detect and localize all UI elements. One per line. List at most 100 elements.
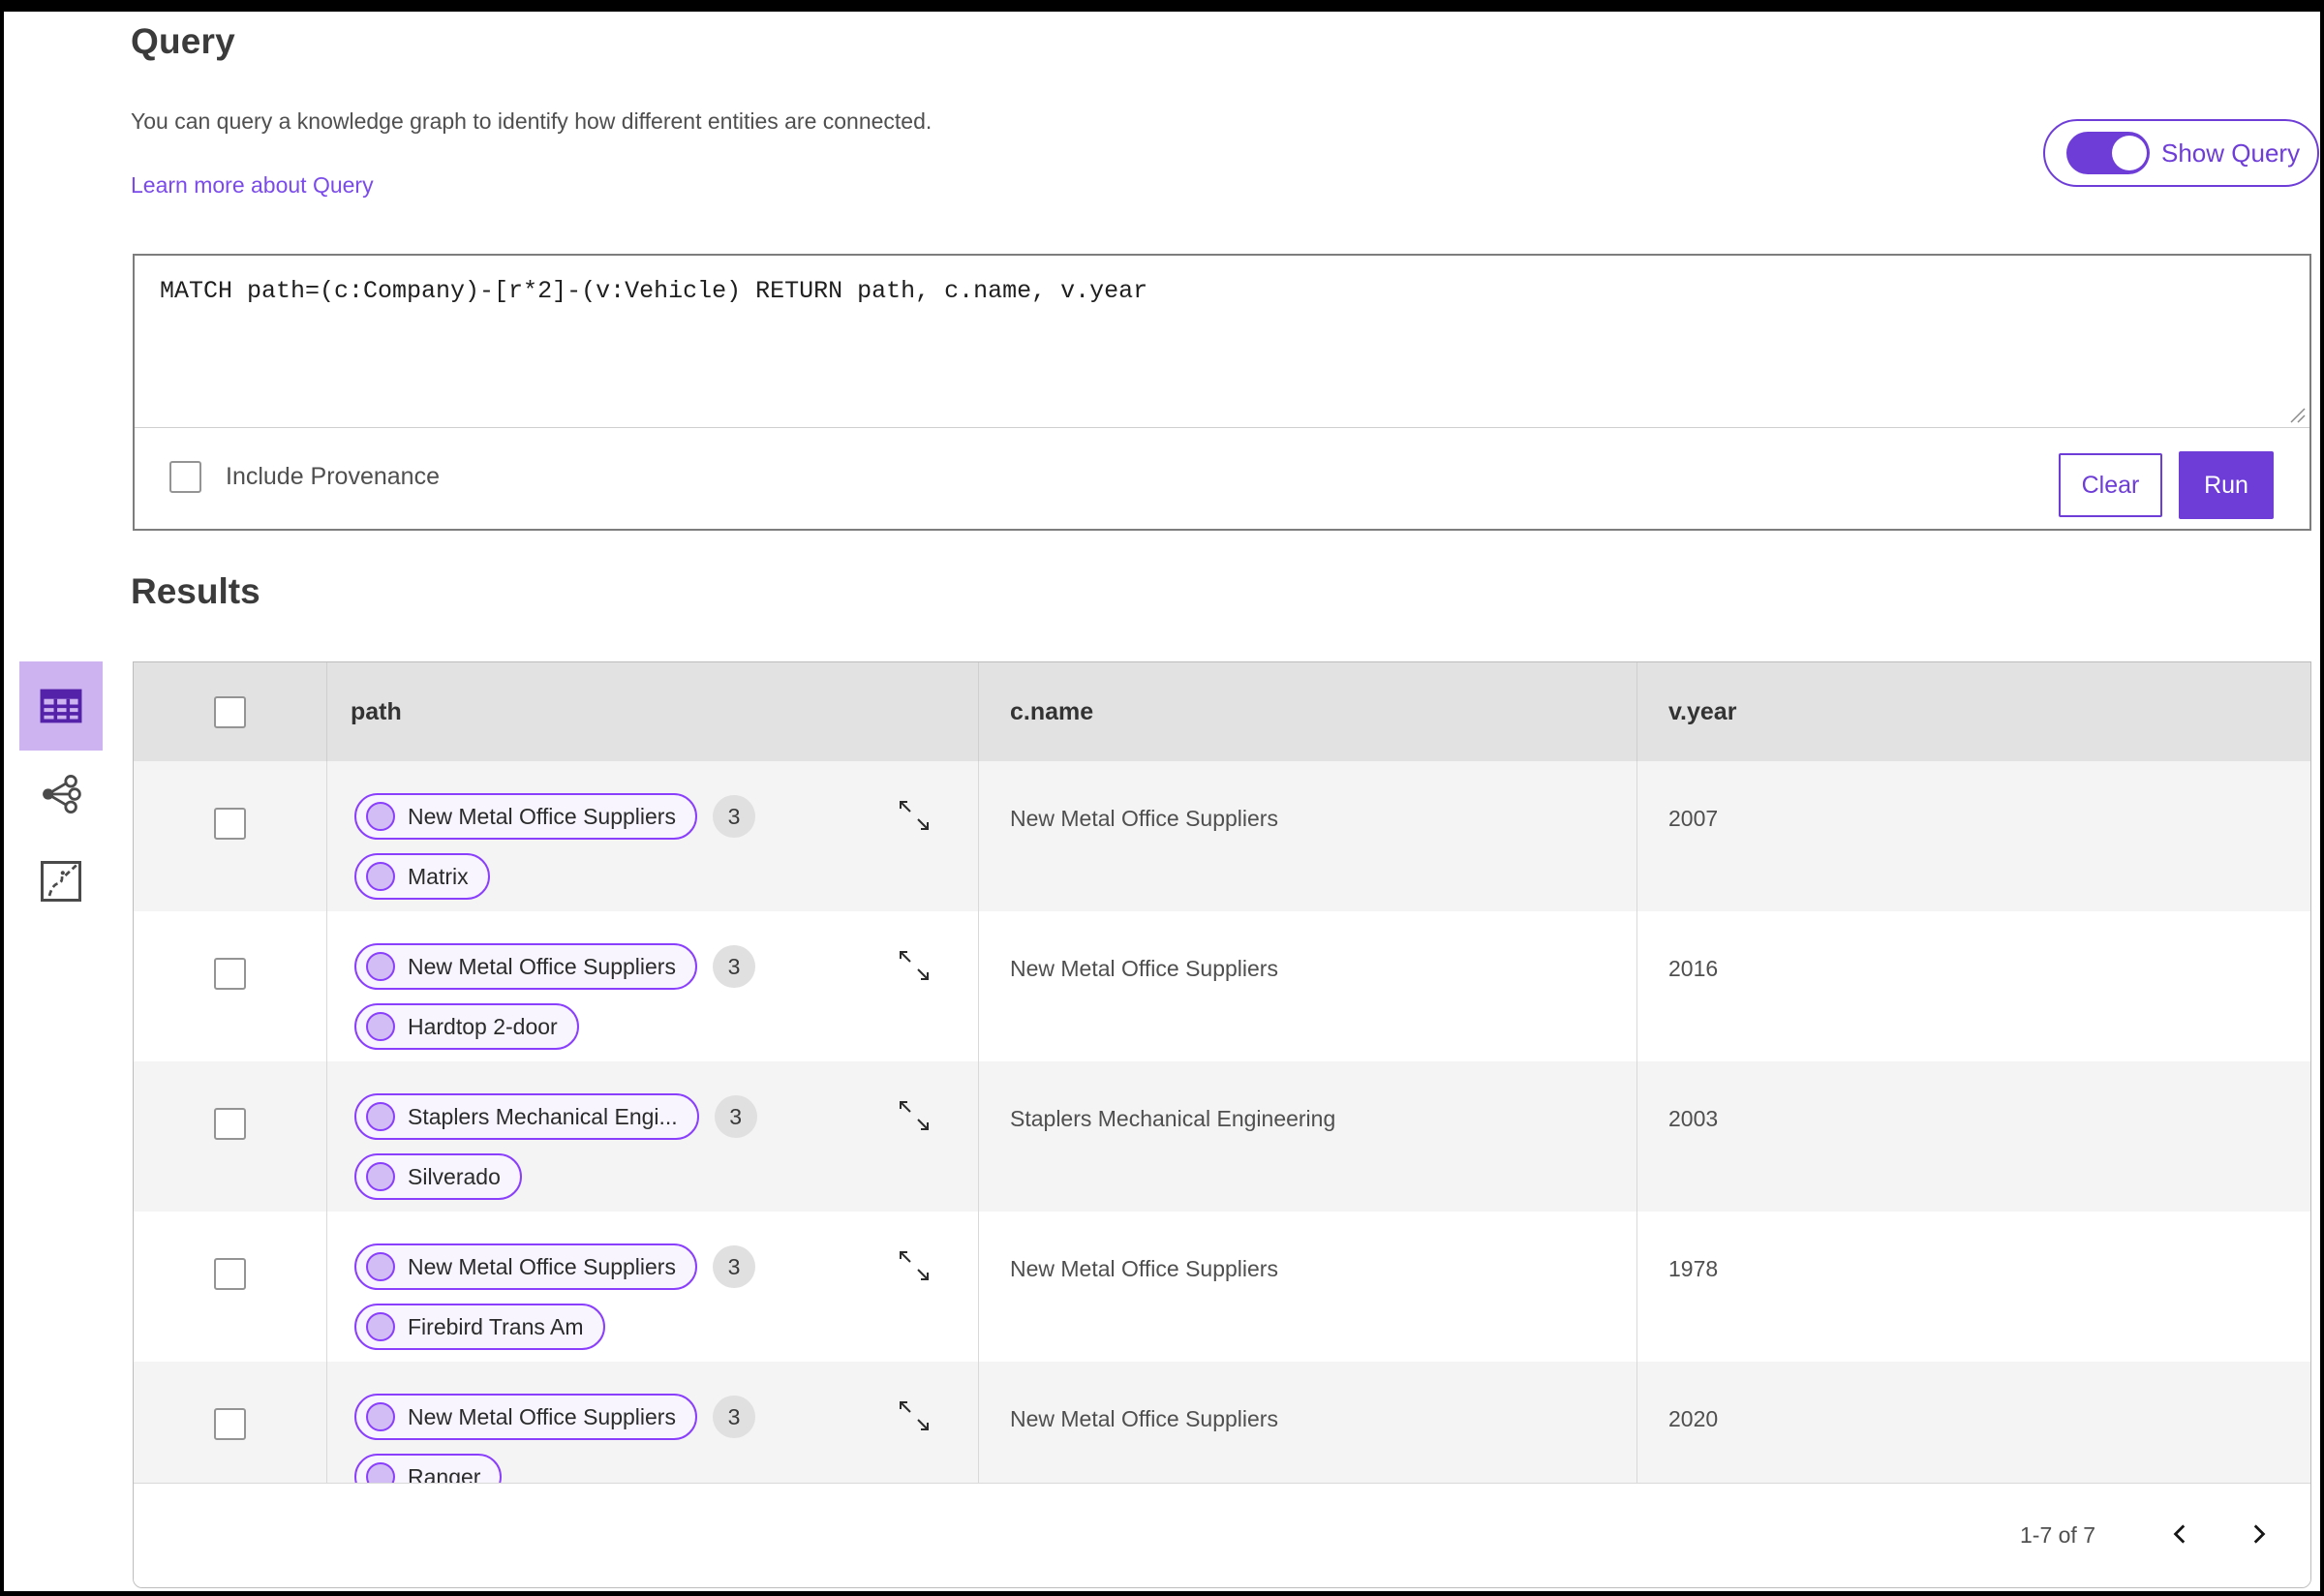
include-provenance-checkbox[interactable] — [169, 461, 201, 493]
page-description: You can query a knowledge graph to ident… — [131, 108, 933, 134]
entity-pill[interactable]: Hardtop 2-door — [354, 1003, 579, 1050]
column-header-vyear[interactable]: v.year — [1637, 662, 2310, 761]
show-query-toggle[interactable]: Show Query — [2043, 119, 2319, 187]
pagination-range-label: 1-7 of 7 — [2020, 1522, 2095, 1548]
path-pill-line: Staplers Mechanical Engi... 3 — [354, 1093, 978, 1140]
expand-path-button[interactable] — [895, 1096, 933, 1135]
entity-pill[interactable]: New Metal Office Suppliers — [354, 943, 697, 990]
entity-node-icon — [366, 952, 395, 981]
chevron-left-icon — [2173, 1524, 2186, 1544]
app-window: Query You can query a knowledge graph to… — [0, 0, 2324, 1596]
path-count-badge: 3 — [712, 795, 755, 838]
vyear-cell: 2003 — [1668, 1106, 1719, 1131]
table-view-icon — [40, 689, 82, 723]
next-page-button[interactable] — [2237, 1513, 2279, 1555]
entity-node-icon — [366, 1462, 395, 1483]
expand-path-button[interactable] — [895, 1396, 933, 1435]
expand-path-button[interactable] — [895, 1246, 933, 1285]
query-textarea[interactable]: MATCH path=(c:Company)-[r*2]-(v:Vehicle)… — [135, 256, 2309, 428]
expand-icon — [900, 951, 929, 980]
row-checkbox[interactable] — [214, 958, 246, 990]
entity-pill[interactable]: Silverado — [354, 1153, 522, 1200]
row-checkbox[interactable] — [214, 1258, 246, 1290]
path-pill-line: New Metal Office Suppliers 3 — [354, 943, 978, 990]
graph-view-button[interactable] — [19, 751, 103, 838]
table-footer: 1-7 of 7 — [134, 1483, 2310, 1587]
show-query-label: Show Query — [2161, 138, 2301, 168]
path-pill-line: Hardtop 2-door — [354, 1003, 978, 1050]
column-header-cname[interactable]: c.name — [979, 662, 1637, 761]
vyear-cell: 1978 — [1668, 1256, 1719, 1281]
table-row: New Metal Office Suppliers 3 Firebird Tran… — [134, 1212, 2310, 1362]
query-text: MATCH path=(c:Company)-[r*2]-(v:Vehicle)… — [160, 277, 1148, 305]
graph-view-icon — [43, 774, 81, 814]
cname-cell: New Metal Office Suppliers — [979, 1362, 1637, 1483]
path-count-badge: 3 — [712, 945, 755, 988]
toggle-switch-icon[interactable] — [2066, 132, 2150, 174]
entity-pill[interactable]: New Metal Office Suppliers — [354, 1394, 697, 1440]
expand-icon — [900, 1251, 929, 1280]
entity-pill[interactable]: New Metal Office Suppliers — [354, 793, 697, 840]
include-provenance-control[interactable]: Include Provenance — [169, 461, 440, 493]
view-switcher — [19, 661, 103, 925]
path-pill-line: Matrix — [354, 853, 978, 900]
vyear-cell: 2016 — [1668, 956, 1719, 981]
entity-node-icon — [366, 1162, 395, 1191]
clear-button[interactable]: Clear — [2059, 453, 2162, 517]
entity-pill[interactable]: Staplers Mechanical Engi... — [354, 1093, 699, 1140]
include-provenance-label: Include Provenance — [226, 463, 440, 490]
entity-pill-label: New Metal Office Suppliers — [408, 1253, 676, 1279]
entity-pill[interactable]: Matrix — [354, 853, 490, 900]
path-pill-line: New Metal Office Suppliers 3 — [354, 793, 978, 840]
entity-pill[interactable]: New Metal Office Suppliers — [354, 1243, 697, 1290]
entity-pill-label: New Metal Office Suppliers — [408, 953, 676, 979]
entity-pill-label: Firebird Trans Am — [408, 1313, 584, 1339]
entity-pill[interactable]: Firebird Trans Am — [354, 1304, 605, 1350]
previous-page-button[interactable] — [2159, 1513, 2202, 1555]
path-count-badge: 3 — [714, 1095, 757, 1138]
entity-node-icon — [366, 1402, 395, 1431]
chevron-right-icon — [2253, 1524, 2266, 1544]
path-cell: New Metal Office Suppliers 3 Firebird Tran… — [327, 1212, 979, 1362]
entity-node-icon — [366, 1012, 395, 1041]
path-pill-line: Firebird Trans Am — [354, 1304, 978, 1350]
expand-icon — [900, 801, 929, 830]
select-all-checkbox[interactable] — [214, 695, 246, 728]
query-actions-bar: Include Provenance Clear Run — [135, 428, 2309, 529]
cname-cell: New Metal Office Suppliers — [979, 1212, 1637, 1362]
path-pill-line: New Metal Office Suppliers 3 — [354, 1394, 978, 1440]
table-row: New Metal Office Suppliers 3 Ranger New Me… — [134, 1362, 2310, 1483]
row-checkbox[interactable] — [214, 808, 246, 840]
run-button[interactable]: Run — [2179, 451, 2274, 519]
results-title: Results — [131, 571, 260, 611]
path-cell: New Metal Office Suppliers 3 Matrix — [327, 761, 979, 911]
table-view-button[interactable] — [19, 661, 103, 751]
entity-pill[interactable]: Ranger — [354, 1454, 503, 1484]
row-checkbox[interactable] — [214, 1108, 246, 1140]
chart-view-icon — [41, 861, 81, 902]
cname-cell: New Metal Office Suppliers — [979, 761, 1637, 911]
path-cell: New Metal Office Suppliers 3 Ranger — [327, 1362, 979, 1483]
row-checkbox[interactable] — [214, 1408, 246, 1440]
cname-cell: Staplers Mechanical Engineering — [979, 1061, 1637, 1212]
entity-node-icon — [366, 1252, 395, 1281]
path-count-badge: 3 — [712, 1245, 755, 1288]
results-table: path c.name v.year New Metal Office Supp… — [133, 661, 2311, 1588]
entity-pill-label: Ranger — [408, 1463, 481, 1484]
path-pill-line: New Metal Office Suppliers 3 — [354, 1243, 978, 1290]
vyear-cell: 2007 — [1668, 806, 1719, 831]
vyear-cell: 2020 — [1668, 1406, 1719, 1431]
entity-node-icon — [366, 1312, 395, 1341]
entity-node-icon — [366, 1102, 395, 1131]
table-body: New Metal Office Suppliers 3 Matrix New Me… — [134, 761, 2310, 1483]
learn-more-link[interactable]: Learn more about Query — [131, 172, 374, 199]
entity-pill-label: New Metal Office Suppliers — [408, 803, 676, 829]
expand-path-button[interactable] — [895, 796, 933, 835]
expand-path-button[interactable] — [895, 946, 933, 985]
query-card: MATCH path=(c:Company)-[r*2]-(v:Vehicle)… — [133, 254, 2311, 531]
entity-pill-label: Hardtop 2-door — [408, 1013, 558, 1039]
entity-pill-label: Matrix — [408, 863, 469, 889]
resize-handle-icon[interactable] — [2290, 408, 2306, 423]
chart-view-button[interactable] — [19, 838, 103, 925]
column-header-path[interactable]: path — [327, 662, 979, 761]
